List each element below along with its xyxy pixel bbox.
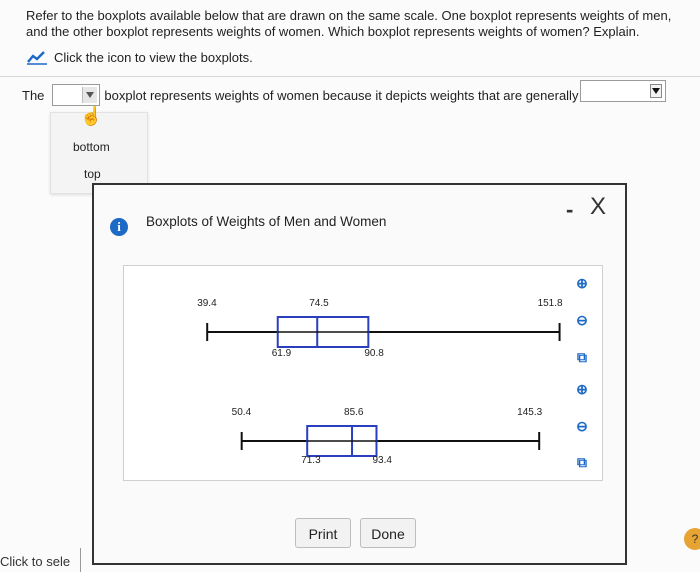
footer-divider — [80, 548, 81, 572]
zoom-in-icon[interactable]: ⊕ — [571, 272, 593, 294]
dialog-title: Boxplots of Weights of Men and Women — [146, 214, 387, 229]
close-button[interactable]: X — [590, 193, 606, 221]
open-external-icon[interactable]: ⧉ — [571, 451, 593, 473]
value-label: 50.4 — [232, 407, 252, 418]
chart-icon[interactable] — [26, 49, 48, 65]
help-icon[interactable]: ? — [684, 528, 700, 550]
footer-text: Click to sele — [0, 554, 71, 569]
open-external-icon[interactable]: ⧉ — [571, 346, 593, 368]
answer-prefix: The — [22, 87, 45, 103]
boxplot-dialog: i Boxplots of Weights of Men and Women -… — [92, 183, 627, 565]
minimize-button[interactable]: - — [566, 197, 573, 223]
done-button[interactable]: Done — [360, 518, 416, 548]
value-label: 145.3 — [517, 407, 542, 418]
value-label: 85.6 — [344, 407, 364, 418]
value-label: 93.4 — [372, 455, 392, 466]
plot-panel: 39.4 61.9 74.5 90.8 151.8 50.4 71.3 85.6 93.4 145… — [123, 265, 603, 481]
comparison-dropdown[interactable] — [580, 80, 666, 102]
position-dropdown[interactable] — [52, 84, 101, 106]
menu-item-top[interactable]: top — [84, 167, 101, 181]
hint-row: Click the icon to view the boxplots. — [26, 49, 253, 65]
value-label: 71.3 — [301, 455, 321, 466]
zoom-out-icon[interactable]: ⊖ — [571, 309, 593, 331]
value-label: 61.9 — [272, 348, 292, 359]
zoom-out-icon[interactable]: ⊖ — [571, 415, 593, 437]
value-label: 39.4 — [197, 298, 217, 309]
value-label: 151.8 — [538, 298, 563, 309]
hint-text: Click the icon to view the boxplots. — [54, 49, 253, 65]
dropdown-arrow-icon[interactable] — [650, 84, 662, 98]
menu-item-bottom[interactable]: bottom — [73, 140, 110, 154]
print-button[interactable]: Print — [295, 518, 351, 548]
value-label: 90.8 — [364, 348, 384, 359]
zoom-in-icon[interactable]: ⊕ — [571, 378, 593, 400]
hand-cursor-icon: ☝ — [80, 106, 103, 126]
answer-middle-text: boxplot represents weights of women beca… — [104, 87, 579, 103]
boxplot-chart: 39.4 61.9 74.5 90.8 151.8 50.4 71.3 85.6 93.4 145… — [197, 298, 563, 466]
answer-row: The boxplot represents weights of women … — [22, 84, 578, 106]
question-text: Refer to the boxplots available below th… — [26, 8, 672, 39]
value-label: 74.5 — [309, 298, 329, 309]
info-icon: i — [110, 218, 128, 236]
divider — [0, 76, 700, 77]
dropdown-arrow-icon[interactable] — [82, 87, 98, 103]
